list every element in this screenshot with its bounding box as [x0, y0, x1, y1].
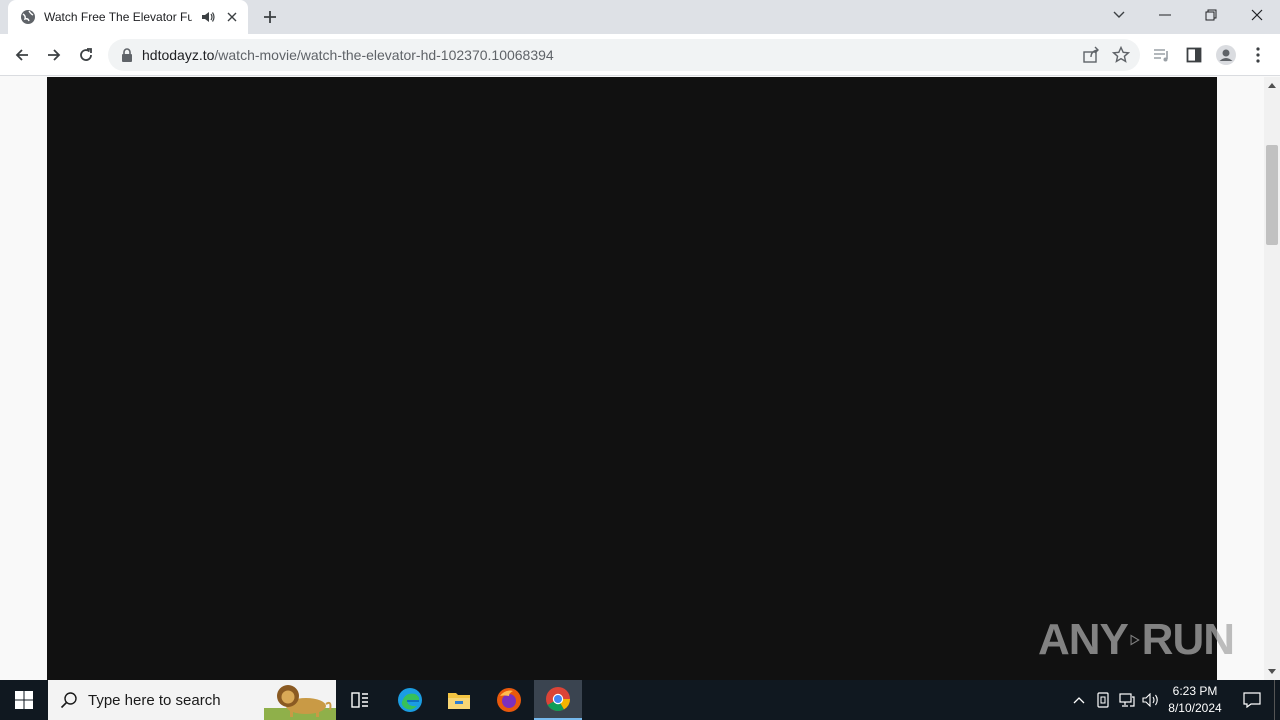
- new-tab-button[interactable]: [258, 5, 282, 29]
- star-icon[interactable]: [1111, 45, 1131, 64]
- globe-icon: [20, 9, 36, 25]
- restore-icon: [1205, 9, 1217, 21]
- kebab-menu-icon[interactable]: [1248, 45, 1268, 65]
- search-placeholder: Type here to search: [88, 691, 221, 709]
- restore-button[interactable]: [1188, 0, 1234, 30]
- minimize-button[interactable]: [1142, 0, 1188, 30]
- play-logo-icon: [1130, 634, 1140, 646]
- profile-icon[interactable]: [1216, 45, 1236, 65]
- anyrun-watermark: ANY RUN: [1038, 608, 1235, 672]
- tab-close-icon[interactable]: [224, 9, 240, 25]
- network-icon[interactable]: [1116, 680, 1138, 720]
- browser-tab[interactable]: Watch Free The Elevator Full: [8, 0, 248, 34]
- share-icon[interactable]: [1082, 46, 1100, 64]
- minimize-icon: [1159, 14, 1171, 16]
- scrollbar-thumb[interactable]: [1266, 145, 1278, 245]
- video-player[interactable]: [47, 77, 1217, 680]
- tab-search-button[interactable]: [1096, 0, 1142, 30]
- show-desktop-button[interactable]: [1274, 680, 1280, 720]
- side-panel-icon[interactable]: [1184, 45, 1204, 65]
- taskbar-search-box[interactable]: Type here to search: [48, 680, 336, 720]
- taskbar: Type here to search 6:23 PM 8/10/2024: [0, 680, 1280, 720]
- volume-icon[interactable]: [1140, 680, 1162, 720]
- plus-icon: [264, 11, 276, 23]
- arrow-right-icon: [48, 49, 61, 61]
- scroll-up-arrow[interactable]: [1264, 77, 1280, 93]
- clock-date: 8/10/2024: [1168, 701, 1222, 715]
- address-bar[interactable]: hdtodayz.to/watch-movie/watch-the-elevat…: [108, 39, 1140, 71]
- speaker-icon[interactable]: [200, 9, 216, 25]
- windows-logo-icon: [15, 691, 33, 709]
- chevron-down-icon: [1113, 11, 1125, 18]
- page-scrollbar[interactable]: [1264, 77, 1280, 680]
- media-queue-icon[interactable]: [1152, 45, 1172, 65]
- reload-button[interactable]: [72, 41, 100, 69]
- chevron-up-icon[interactable]: [1068, 680, 1090, 720]
- taskbar-clock[interactable]: 6:23 PM 8/10/2024: [1160, 683, 1230, 717]
- close-window-button[interactable]: [1234, 0, 1280, 30]
- lion-illustration-icon: [264, 685, 336, 720]
- browser-toolbar: hdtodayz.to/watch-movie/watch-the-elevat…: [0, 34, 1280, 76]
- forward-button[interactable]: [40, 41, 68, 69]
- edge-icon[interactable]: [386, 680, 434, 720]
- firefox-icon[interactable]: [485, 680, 533, 720]
- url-host: hdtodayz.to: [142, 47, 215, 63]
- reload-icon: [80, 48, 92, 61]
- start-button[interactable]: [0, 680, 48, 720]
- arrow-left-icon: [15, 49, 28, 61]
- tab-title: Watch Free The Elevator Full: [44, 10, 192, 24]
- url-path: /watch-movie/watch-the-elevator-hd-10237…: [214, 47, 554, 63]
- tab-strip: Watch Free The Elevator Full: [0, 0, 1280, 34]
- scroll-down-arrow[interactable]: [1264, 664, 1280, 680]
- page-viewport: [0, 77, 1264, 680]
- clock-time: 6:23 PM: [1172, 684, 1218, 698]
- device-icon[interactable]: [1092, 680, 1114, 720]
- watermark-text-left: ANY: [1038, 615, 1129, 664]
- file-explorer-icon[interactable]: [435, 680, 483, 720]
- chrome-icon[interactable]: [534, 680, 582, 720]
- watermark-text-right: RUN: [1141, 615, 1235, 664]
- notification-icon[interactable]: [1234, 680, 1270, 720]
- url-text: hdtodayz.to/watch-movie/watch-the-elevat…: [142, 47, 554, 63]
- close-icon: [1251, 9, 1263, 21]
- back-button[interactable]: [8, 41, 36, 69]
- lock-icon[interactable]: [120, 48, 134, 62]
- search-icon: [60, 692, 77, 709]
- task-view-icon[interactable]: [336, 680, 384, 720]
